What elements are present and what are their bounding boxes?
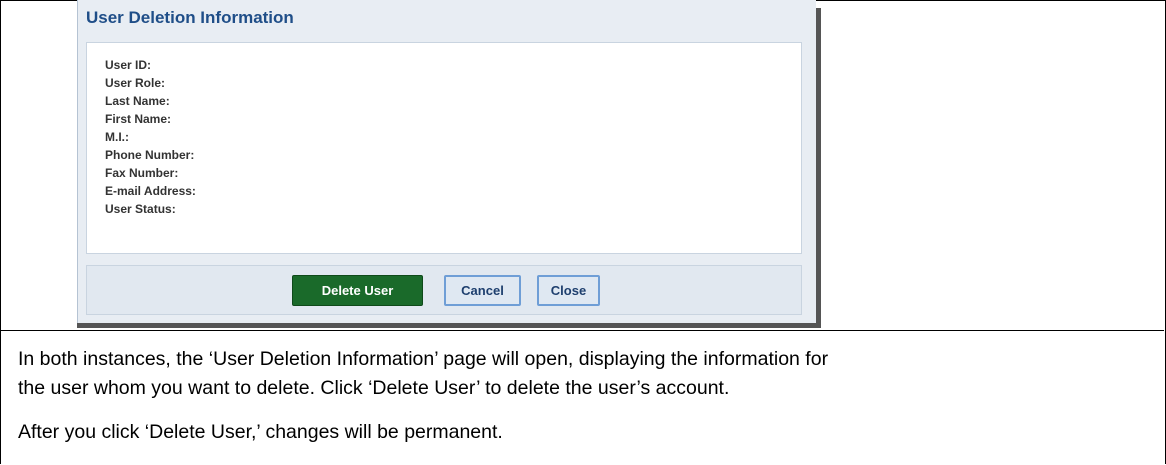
user-deletion-dialog: User Deletion Information User ID: User … (77, 0, 816, 323)
instruction-line-1: In both instances, the ‘User Deletion In… (18, 348, 829, 370)
cancel-button[interactable]: Cancel (444, 275, 521, 306)
field-user-status-label: User Status: (105, 202, 176, 216)
user-info-box: User ID: User Role: Last Name: First Nam… (86, 42, 802, 254)
field-middle-initial-label: M.I.: (105, 130, 129, 144)
screenshot-shadow (816, 8, 821, 328)
instruction-line-3: After you click ‘Delete User,’ changes w… (18, 421, 503, 443)
field-last-name-label: Last Name: (105, 94, 170, 108)
dialog-button-bar: Delete User Cancel Close (86, 265, 802, 315)
dialog-title: User Deletion Information (86, 8, 294, 27)
field-email-address-label: E-mail Address: (105, 184, 196, 198)
field-user-role-label: User Role: (105, 76, 166, 90)
screenshot-shadow-bottom (77, 323, 821, 328)
field-user-id-label: User ID: (105, 58, 152, 72)
field-first-name-label: First Name: (105, 112, 172, 126)
instruction-line-2: the user whom you want to delete. Click … (18, 377, 730, 399)
close-button[interactable]: Close (537, 275, 600, 306)
field-phone-number-label: Phone Number: (105, 148, 195, 162)
field-fax-number-label: Fax Number: (105, 166, 179, 180)
section-divider (0, 330, 1164, 331)
delete-user-button[interactable]: Delete User (292, 275, 423, 306)
